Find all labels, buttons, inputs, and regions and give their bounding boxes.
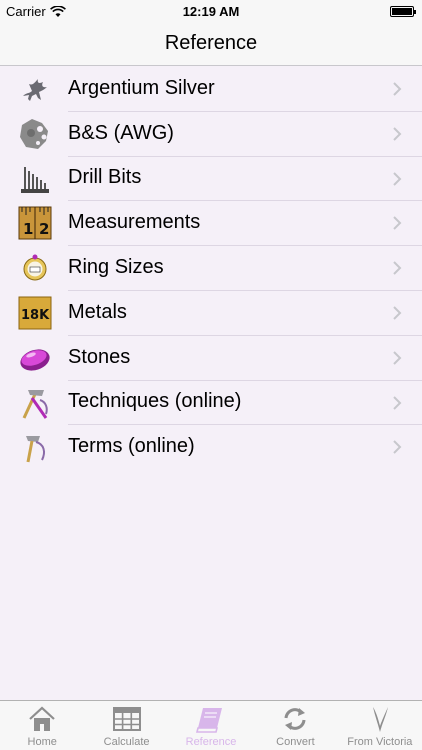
tab-label: From Victoria bbox=[347, 736, 413, 748]
chevron-right-icon bbox=[393, 306, 402, 320]
gold-18k-icon: 18K bbox=[18, 296, 52, 330]
list-item-terms-online[interactable]: Terms (online) bbox=[0, 424, 422, 470]
page-title: Reference bbox=[164, 32, 258, 54]
tab-calculate[interactable]: Calculate bbox=[84, 701, 168, 750]
chevron-right-icon bbox=[393, 171, 402, 186]
tab-home[interactable]: Home bbox=[0, 701, 84, 750]
chevron-right-icon bbox=[393, 395, 402, 410]
list-item-techniques-online[interactable]: Techniques (online) bbox=[0, 379, 422, 425]
list-item-label: Metals bbox=[68, 300, 127, 323]
list-item-label: Terms (online) bbox=[68, 435, 195, 458]
list-item-label: Drill Bits bbox=[68, 166, 142, 189]
grid-icon bbox=[112, 707, 141, 731]
chevron-right-icon bbox=[393, 82, 402, 96]
list-item-label: Ring Sizes bbox=[68, 256, 164, 279]
wire-gauge-icon bbox=[18, 117, 52, 151]
list-item-label: B&S (AWG) bbox=[68, 121, 174, 144]
book-icon bbox=[195, 708, 223, 733]
tab-from-victoria[interactable]: From Victoria bbox=[338, 701, 422, 750]
list-item-label: Stones bbox=[68, 345, 131, 368]
list-item-bs-awg[interactable]: B&S (AWG) bbox=[0, 110, 422, 156]
chevron-right-icon bbox=[393, 261, 402, 275]
tab-reference[interactable]: Reference bbox=[169, 701, 253, 750]
tab-label: Calculate bbox=[103, 736, 150, 748]
pegasus-icon bbox=[18, 72, 52, 106]
ruler-icon: 1 2 bbox=[18, 206, 52, 240]
battery-icon bbox=[390, 6, 416, 17]
ring-icon bbox=[18, 251, 52, 285]
svg-text:2: 2 bbox=[39, 220, 49, 238]
tab-convert[interactable]: Convert bbox=[253, 701, 337, 750]
chevron-right-icon bbox=[393, 216, 402, 231]
list-item-argentium-silver[interactable]: Argentium Silver bbox=[0, 66, 422, 111]
svg-text:18K: 18K bbox=[21, 308, 50, 323]
list-item-stones[interactable]: Stones bbox=[0, 334, 422, 380]
chevron-right-icon bbox=[393, 440, 402, 455]
status-bar: Carrier 12:19 AM bbox=[0, 0, 422, 22]
tab-label: Convert bbox=[276, 736, 315, 748]
v-logo-icon bbox=[372, 707, 388, 732]
list-item-measurements[interactable]: 1 2 Measurements bbox=[0, 200, 422, 246]
terms-icon bbox=[18, 430, 52, 464]
list-item-label: Measurements bbox=[68, 211, 201, 234]
refresh-icon bbox=[284, 708, 306, 730]
list-item-label: Argentium Silver bbox=[68, 76, 215, 99]
stone-icon bbox=[18, 341, 52, 375]
navigation-bar: Reference bbox=[0, 22, 422, 66]
chevron-right-icon bbox=[393, 127, 402, 141]
clock: 12:19 AM bbox=[182, 4, 240, 19]
list-item-metals[interactable]: 18K Metals bbox=[0, 289, 422, 335]
tab-label: Reference bbox=[185, 736, 237, 748]
home-icon bbox=[29, 706, 55, 731]
svg-text:1: 1 bbox=[23, 220, 33, 238]
chevron-right-icon bbox=[393, 351, 402, 365]
reference-list: Argentium Silver B&S (AWG) Drill Bits 1 … bbox=[0, 66, 422, 470]
tab-label: Home bbox=[27, 736, 57, 748]
list-item-label: Techniques (online) bbox=[68, 390, 242, 413]
drill-bits-icon bbox=[18, 162, 52, 196]
list-item-drill-bits[interactable]: Drill Bits bbox=[0, 155, 422, 201]
tab-bar: Home Calculate Reference Convert From Vi… bbox=[0, 700, 422, 750]
tools-icon bbox=[18, 386, 52, 420]
list-item-ring-sizes[interactable]: Ring Sizes bbox=[0, 245, 422, 290]
